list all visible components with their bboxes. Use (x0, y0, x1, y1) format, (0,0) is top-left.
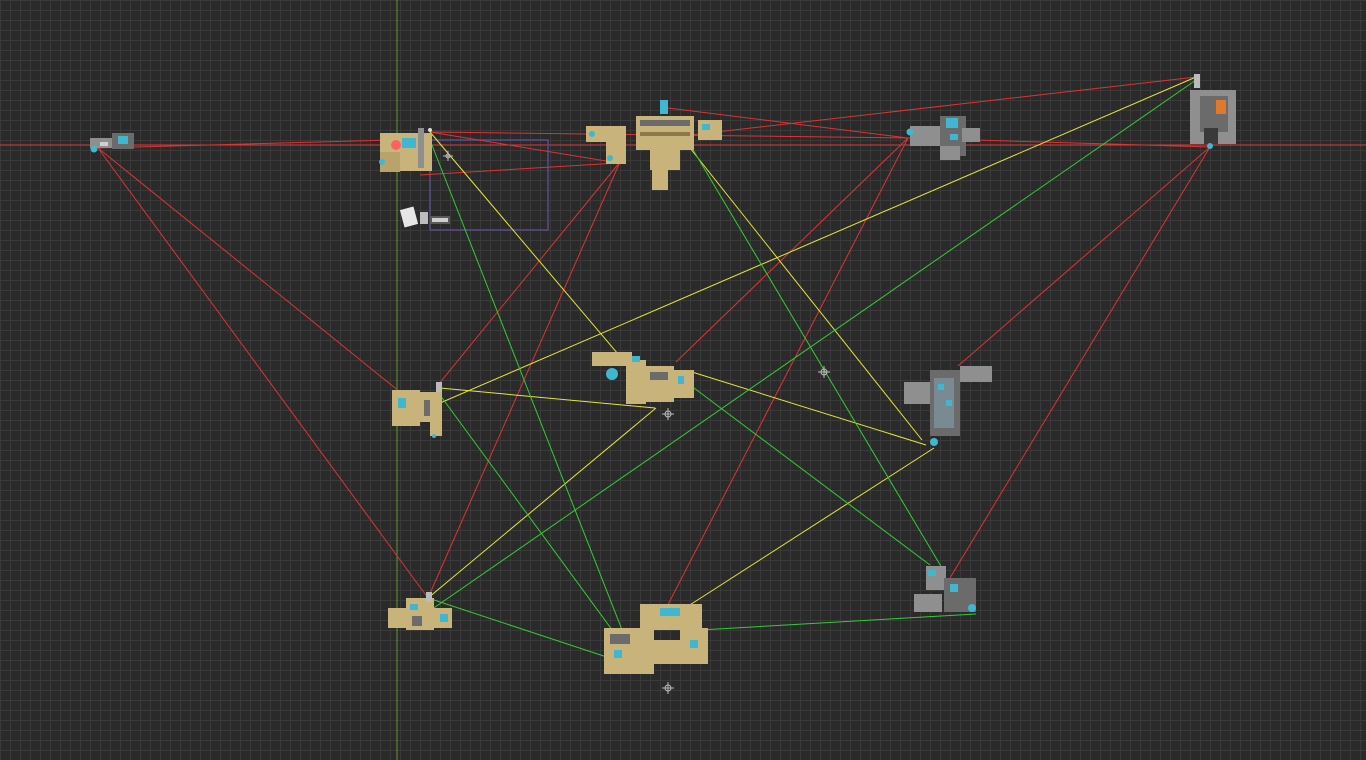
room-south-center[interactable] (604, 604, 708, 674)
crosshair-icon (443, 151, 453, 161)
map-layer (0, 0, 1366, 760)
room-far-west[interactable] (90, 133, 134, 153)
prefab-tool-icon[interactable] (399, 206, 450, 228)
room-north-east[interactable] (906, 116, 981, 160)
spawn-point-icon (90, 145, 98, 153)
pivot-markers (443, 151, 830, 694)
selected-marker-icon (391, 140, 401, 150)
crosshair-icon (662, 408, 674, 420)
room-north-west[interactable] (379, 128, 432, 172)
crosshair-icon (662, 682, 674, 694)
green-links (427, 79, 1197, 669)
room-west-middle[interactable] (392, 382, 442, 438)
level-editor-canvas[interactable] (0, 0, 1366, 760)
room-south-east[interactable] (914, 566, 976, 612)
yellow-links (395, 76, 1197, 629)
room-south-west[interactable] (388, 592, 452, 630)
room-far-north-east[interactable] (1190, 74, 1236, 149)
